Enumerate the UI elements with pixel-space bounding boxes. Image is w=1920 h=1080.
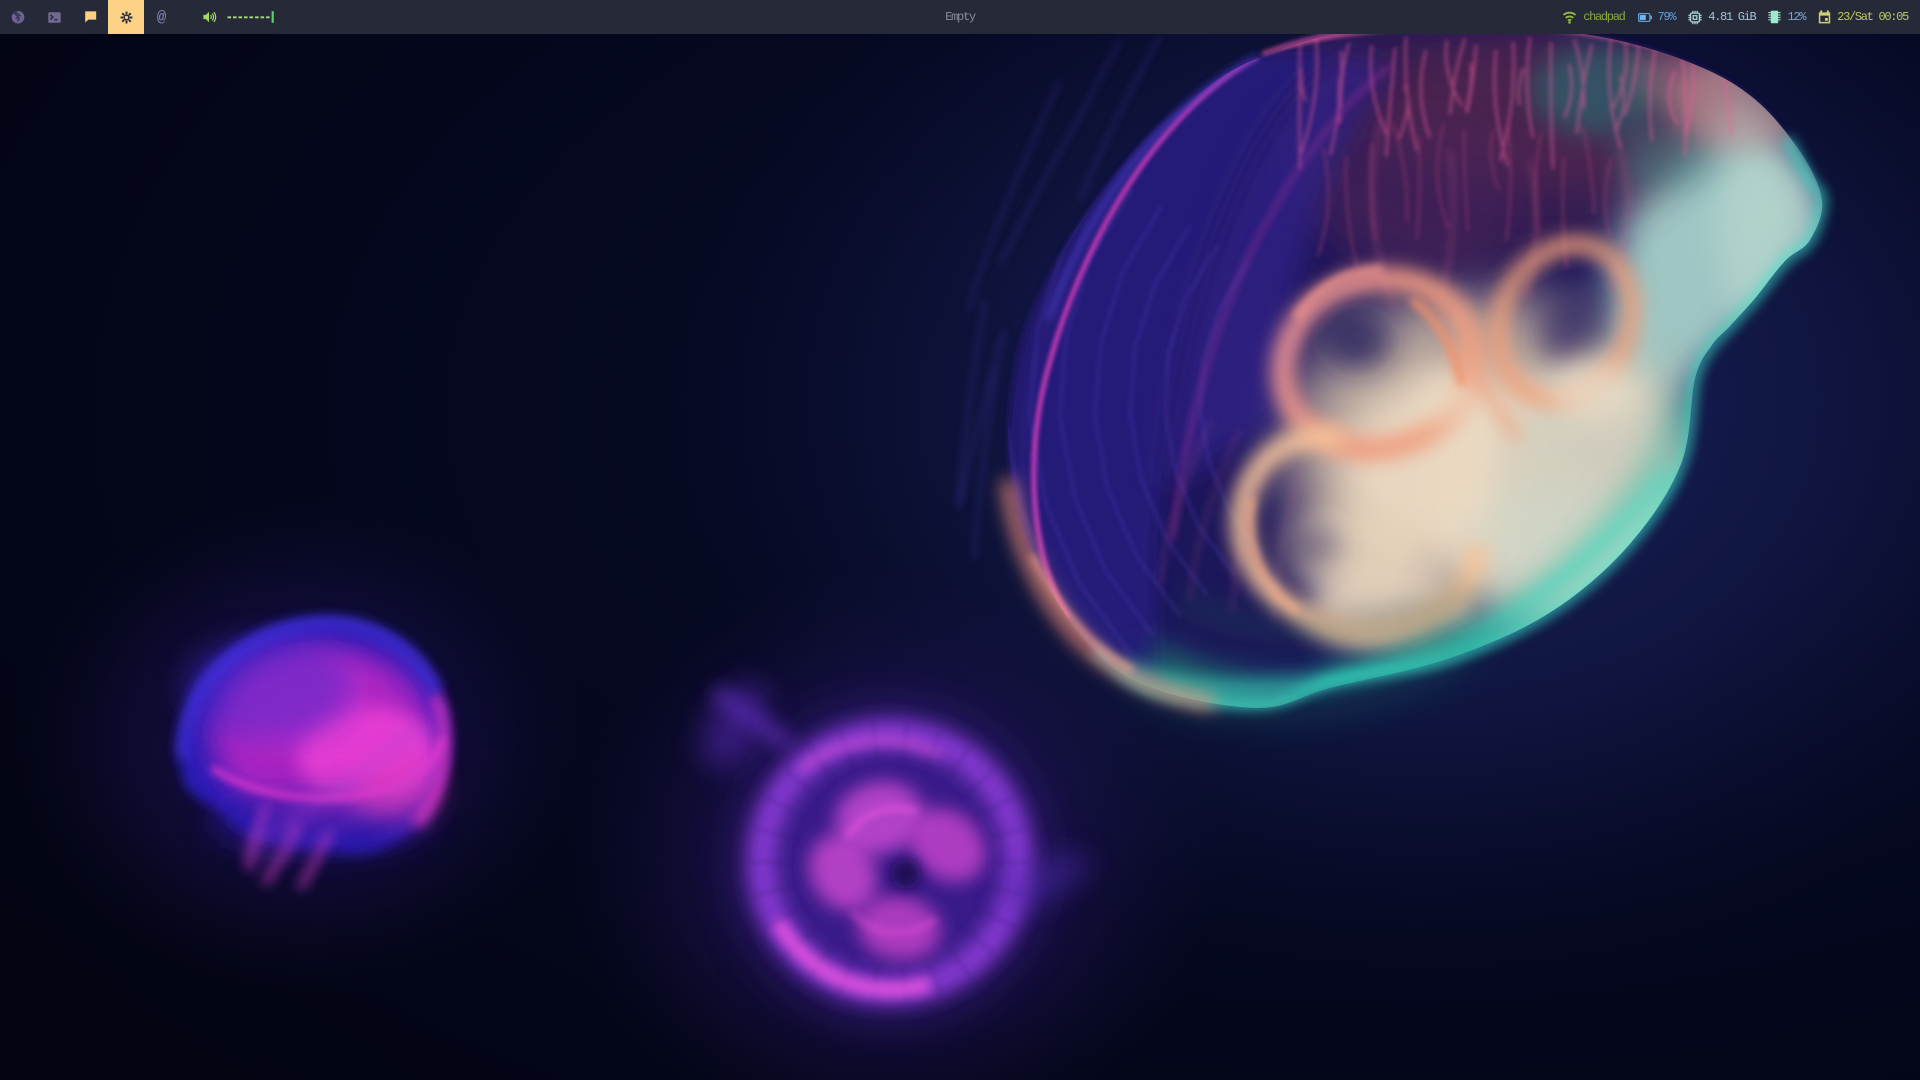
svg-text:@: @ <box>157 9 167 25</box>
